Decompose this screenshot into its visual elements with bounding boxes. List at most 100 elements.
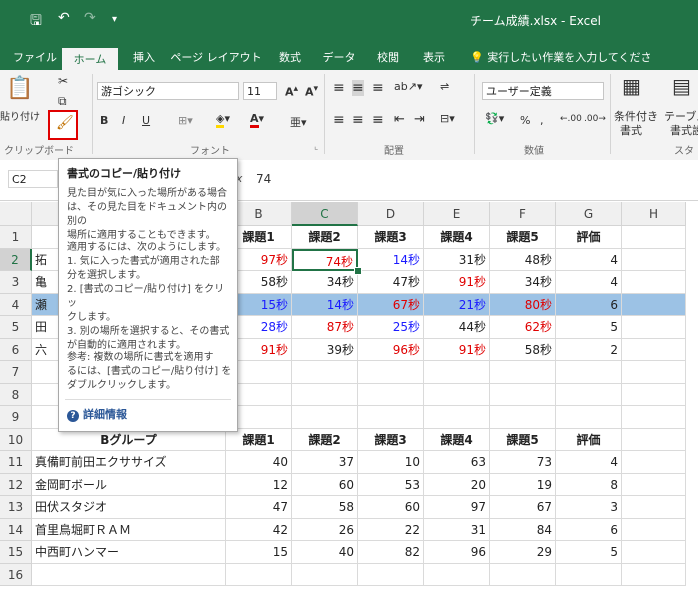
row-header-9[interactable]: 9: [0, 406, 32, 429]
row-header-6[interactable]: 6: [0, 338, 32, 361]
header-cell[interactable]: 課題2: [292, 428, 358, 451]
tab-review[interactable]: 校閲: [368, 46, 408, 70]
percent-button[interactable]: %: [520, 114, 530, 127]
value-cell[interactable]: 60: [358, 496, 424, 519]
currency-icon[interactable]: 💱▾: [485, 112, 504, 125]
empty-cell[interactable]: [292, 361, 358, 384]
header-cell[interactable]: 課題5: [490, 428, 556, 451]
value-cell[interactable]: 80秒: [490, 293, 556, 316]
empty-cell[interactable]: [622, 226, 686, 249]
cut-icon[interactable]: ✂: [58, 74, 68, 88]
value-cell[interactable]: 40: [226, 451, 292, 474]
comma-button[interactable]: ,: [540, 114, 544, 127]
empty-cell[interactable]: [556, 406, 622, 429]
value-cell[interactable]: 84: [490, 518, 556, 541]
redo-icon[interactable]: ↷: [84, 10, 96, 26]
borders-icon[interactable]: ⊞▾: [178, 114, 193, 127]
value-cell[interactable]: 8: [556, 473, 622, 496]
value-cell[interactable]: 34秒: [292, 271, 358, 294]
row-header-4[interactable]: 4: [0, 293, 32, 316]
row-header-15[interactable]: 15: [0, 541, 32, 564]
value-cell[interactable]: 47: [226, 496, 292, 519]
value-cell[interactable]: 34秒: [490, 271, 556, 294]
header-cell[interactable]: 課題5: [490, 226, 556, 249]
fill-handle[interactable]: [354, 267, 362, 275]
header-cell[interactable]: 課題3: [358, 428, 424, 451]
active-cell[interactable]: 74秒: [292, 248, 358, 271]
empty-cell[interactable]: [622, 518, 686, 541]
value-cell[interactable]: 6: [556, 518, 622, 541]
formula-input[interactable]: 74: [256, 172, 271, 186]
empty-cell[interactable]: [622, 271, 686, 294]
header-cell[interactable]: 課題4: [424, 428, 490, 451]
value-cell[interactable]: 58: [292, 496, 358, 519]
empty-cell[interactable]: [622, 316, 686, 339]
empty-cell[interactable]: [622, 361, 686, 384]
copy-icon[interactable]: ⧉: [58, 94, 67, 109]
undo-icon[interactable]: ↶: [58, 10, 70, 26]
orientation-icon[interactable]: ab↗▾: [394, 80, 422, 93]
empty-cell[interactable]: [292, 406, 358, 429]
value-cell[interactable]: 40: [292, 541, 358, 564]
row-header-7[interactable]: 7: [0, 361, 32, 384]
conditional-formatting-icon[interactable]: ▦: [622, 74, 641, 98]
empty-cell[interactable]: [358, 563, 424, 586]
row-header-2[interactable]: 2: [0, 248, 32, 271]
empty-cell[interactable]: [622, 451, 686, 474]
empty-cell[interactable]: [622, 563, 686, 586]
row-header-14[interactable]: 14: [0, 518, 32, 541]
align-top-icon[interactable]: ≡: [333, 80, 345, 96]
empty-cell[interactable]: [358, 361, 424, 384]
value-cell[interactable]: 42: [226, 518, 292, 541]
value-cell[interactable]: 44秒: [424, 316, 490, 339]
paste-icon[interactable]: 📋: [2, 76, 38, 101]
format-painter-button[interactable]: 🖌: [48, 110, 78, 140]
value-cell[interactable]: 91秒: [424, 271, 490, 294]
column-header-e[interactable]: E: [424, 202, 490, 226]
value-cell[interactable]: 31秒: [424, 248, 490, 271]
align-middle-icon[interactable]: ≡: [352, 80, 364, 96]
empty-cell[interactable]: [358, 383, 424, 406]
grow-font-icon[interactable]: A▴: [285, 83, 298, 99]
empty-cell[interactable]: [424, 563, 490, 586]
value-cell[interactable]: 39秒: [292, 338, 358, 361]
customize-qat-icon[interactable]: ▾: [112, 14, 117, 25]
column-header-h[interactable]: H: [622, 202, 686, 226]
fill-color-icon[interactable]: ◈▾: [216, 112, 230, 128]
font-name-box[interactable]: 游ゴシック: [97, 82, 239, 100]
format-as-table-icon[interactable]: ▤: [672, 74, 691, 98]
value-cell[interactable]: 48秒: [490, 248, 556, 271]
align-bottom-icon[interactable]: ≡: [372, 80, 384, 96]
value-cell[interactable]: 4: [556, 451, 622, 474]
value-cell[interactable]: 5: [556, 541, 622, 564]
value-cell[interactable]: 10: [358, 451, 424, 474]
value-cell[interactable]: 73: [490, 451, 556, 474]
tab-home[interactable]: ホーム: [62, 48, 118, 70]
italic-button[interactable]: I: [122, 114, 125, 127]
empty-cell[interactable]: [622, 383, 686, 406]
value-cell[interactable]: 87秒: [292, 316, 358, 339]
column-header-g[interactable]: G: [556, 202, 622, 226]
value-cell[interactable]: 97: [424, 496, 490, 519]
value-cell[interactable]: 19: [490, 473, 556, 496]
value-cell[interactable]: 63: [424, 451, 490, 474]
value-cell[interactable]: 4: [556, 248, 622, 271]
wrap-text-icon[interactable]: ⇌: [440, 80, 449, 93]
empty-cell[interactable]: [622, 496, 686, 519]
empty-cell[interactable]: [424, 361, 490, 384]
empty-cell[interactable]: [622, 406, 686, 429]
align-center-icon[interactable]: ≡: [352, 112, 364, 128]
value-cell[interactable]: 22: [358, 518, 424, 541]
tell-me-box[interactable]: 💡 実行したい作業を入力してください: [470, 46, 660, 88]
value-cell[interactable]: 3: [556, 496, 622, 519]
row-header-3[interactable]: 3: [0, 271, 32, 294]
number-format-box[interactable]: ユーザー定義: [482, 82, 604, 100]
value-cell[interactable]: 67: [490, 496, 556, 519]
value-cell[interactable]: 37: [292, 451, 358, 474]
tab-page-layout[interactable]: ページ レイアウト: [170, 46, 262, 70]
increase-indent-icon[interactable]: ⇥: [414, 112, 425, 127]
empty-cell[interactable]: [292, 563, 358, 586]
empty-cell[interactable]: [424, 383, 490, 406]
empty-cell[interactable]: [292, 383, 358, 406]
empty-cell[interactable]: [490, 563, 556, 586]
